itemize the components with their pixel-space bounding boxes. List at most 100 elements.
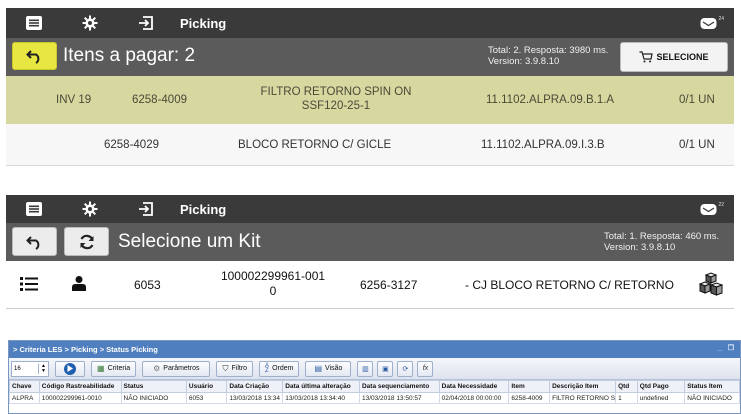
kit-header: Selecione um Kit Total: 1. Resposta: 460… bbox=[6, 223, 734, 261]
list-detail-icon[interactable] bbox=[20, 277, 38, 294]
run-button[interactable] bbox=[55, 360, 85, 377]
status-picking-table: Chave Código Rastreabilidade Status Usuário… bbox=[9, 380, 740, 404]
back-button[interactable] bbox=[12, 227, 57, 256]
parameters-icon: ⚙ bbox=[153, 364, 161, 373]
sort-button[interactable]: AZ Ordem bbox=[259, 360, 300, 377]
item-location: 11.1102.ALPRA.09.B.1.A bbox=[486, 94, 615, 106]
formula-icon: fx bbox=[422, 365, 429, 372]
export-button[interactable]: ▥ bbox=[357, 360, 374, 377]
column-header[interactable]: Data Criação bbox=[226, 380, 284, 393]
column-header[interactable]: Descrição Item bbox=[549, 380, 617, 393]
menu-icon[interactable] bbox=[6, 195, 62, 223]
table-cell: ALPRA bbox=[9, 392, 40, 404]
window-titlebar: > Criteria LES > Picking > Status Pickin… bbox=[9, 341, 740, 358]
table-cell: 13/03/2018 13:34:40 bbox=[282, 392, 360, 404]
filter-icon: ⛉ bbox=[222, 363, 229, 373]
column-header[interactable]: Código Rastreabilidade bbox=[38, 380, 122, 393]
item-code: 6258-4029 bbox=[104, 139, 159, 151]
table-cell: 100002299961-0010 bbox=[38, 392, 122, 404]
status-picking-window: > Criteria LES > Picking > Status Pickin… bbox=[8, 340, 741, 414]
window-controls[interactable]: _ ❐ bbox=[718, 344, 736, 352]
settings-gear-icon[interactable] bbox=[62, 195, 118, 223]
column-header[interactable]: Qtd Pago bbox=[636, 380, 686, 393]
kit-list-item[interactable]: 6053 100002299961-001 0 6256-3127 - CJ B… bbox=[6, 261, 734, 309]
page-title: Selecione um Kit bbox=[118, 231, 261, 252]
grid-icon: ▦ bbox=[97, 364, 105, 373]
parameters-button[interactable]: ⚙ Parâmetros bbox=[142, 360, 211, 377]
view-button[interactable]: ▤ Visão bbox=[305, 360, 352, 377]
settings-gear-icon[interactable] bbox=[62, 8, 118, 38]
breadcrumb: > Criteria LES > Picking > Status Pickin… bbox=[13, 345, 158, 354]
cart-icon bbox=[639, 51, 654, 63]
table-cell: 1 bbox=[615, 392, 638, 404]
table-cell: 13/03/2018 13:34 bbox=[226, 392, 284, 404]
menu-icon[interactable] bbox=[6, 8, 62, 38]
column-header[interactable]: Data Necessidade bbox=[438, 380, 510, 393]
select-button-label: SELECIONE bbox=[656, 52, 709, 62]
logout-icon[interactable] bbox=[118, 195, 174, 223]
save-button[interactable]: ▣ bbox=[377, 360, 394, 377]
mail-badge: 24 bbox=[718, 16, 724, 22]
column-header[interactable]: Status bbox=[120, 380, 187, 393]
list-item[interactable]: INV 19 6258-4009 FILTRO RETORNO SPIN ON … bbox=[6, 76, 734, 124]
table-cell: NÃO INICIADO bbox=[120, 392, 187, 404]
filter-button[interactable]: ⛉ Filtro bbox=[216, 360, 254, 377]
filter-label: Filtro bbox=[231, 365, 248, 372]
column-header[interactable]: Item bbox=[508, 380, 551, 393]
item-code: 6258-4009 bbox=[132, 94, 187, 106]
refresh-grid-button[interactable]: ⟳ bbox=[397, 360, 414, 377]
page-size-stepper[interactable]: 16 ▲ ▼ bbox=[11, 360, 49, 377]
table-header: Chave Código Rastreabilidade Status Usuário… bbox=[9, 380, 740, 393]
mail-icon bbox=[700, 18, 717, 29]
kit-code: 6256-3127 bbox=[360, 278, 418, 292]
table-cell: undefined bbox=[636, 392, 686, 404]
refresh-button[interactable] bbox=[64, 227, 109, 256]
select-button[interactable]: SELECIONE bbox=[620, 42, 728, 72]
picking-header: Itens a pagar: 2 Total: 2. Resposta: 398… bbox=[6, 38, 734, 76]
column-header[interactable]: Usuário bbox=[185, 380, 228, 393]
item-description-line2: SSF120-25-1 bbox=[301, 100, 371, 112]
column-header[interactable]: Qtd bbox=[615, 380, 638, 393]
stepper-arrows-icon[interactable]: ▲ ▼ bbox=[38, 363, 48, 374]
kit-description: - CJ BLOCO RETORNO C/ RETORNO bbox=[465, 278, 674, 292]
tracking-code-line1: 100002299961-001 bbox=[220, 269, 326, 283]
view-icon: ▤ bbox=[314, 364, 323, 373]
column-header[interactable]: Data sequenciamento bbox=[358, 380, 440, 393]
save-icon: ▣ bbox=[382, 365, 389, 373]
formula-button[interactable]: fx bbox=[417, 360, 434, 377]
boxes-icon[interactable] bbox=[698, 272, 724, 301]
item-description-line1: FILTRO RETORNO SPIN ON bbox=[260, 86, 412, 98]
mail-notification[interactable]: 22 bbox=[700, 202, 724, 216]
column-header[interactable]: Data última alteração bbox=[282, 380, 360, 393]
export-icon: ▥ bbox=[362, 365, 369, 373]
list-item[interactable]: 6258-4029 BLOCO RETORNO C/ GICLE 11.1102… bbox=[6, 124, 734, 166]
item-description: BLOCO RETORNO C/ GICLE bbox=[238, 139, 392, 151]
table-cell: 6053 bbox=[185, 392, 228, 404]
grid-toolbar: 16 ▲ ▼ ▦ Criteria ⚙ Parâmetros ⛉ Filtro A… bbox=[9, 358, 740, 380]
response-info: Total: 2. Resposta: 3980 ms. Version: 3.… bbox=[488, 45, 608, 67]
sort-label: Ordem bbox=[272, 365, 294, 372]
topbar-title: Picking bbox=[180, 201, 227, 217]
back-button[interactable] bbox=[12, 42, 57, 70]
undo-arrow-icon bbox=[25, 235, 39, 250]
mail-badge: 22 bbox=[718, 202, 724, 208]
table-cell: 13/03/2018 13:50:57 bbox=[358, 392, 440, 404]
view-label: Visão bbox=[325, 365, 343, 372]
column-header[interactable]: Status Item bbox=[684, 380, 740, 393]
table-cell: 02/04/2018 00:00:00 bbox=[438, 392, 510, 404]
tracking-code: 100002299961-001 0 bbox=[208, 269, 338, 299]
refresh-icon bbox=[79, 234, 94, 249]
logout-icon[interactable] bbox=[118, 8, 174, 38]
mail-notification[interactable]: 24 bbox=[700, 16, 724, 30]
table-row[interactable]: ALPRA 100002299961-0010 NÃO INICIADO 6053 13… bbox=[9, 392, 740, 404]
play-icon bbox=[64, 362, 76, 375]
column-header[interactable]: Chave bbox=[9, 380, 40, 393]
item-location: 11.1102.ALPRA.09.I.3.B bbox=[481, 139, 605, 151]
item-inv: INV 19 bbox=[56, 94, 92, 106]
response-info-total: Total: 2. Resposta: 3980 ms. bbox=[488, 45, 609, 56]
criteria-button[interactable]: ▦ Criteria bbox=[91, 360, 137, 377]
item-description: FILTRO RETORNO SPIN ON SSF120-25-1 bbox=[226, 85, 446, 113]
user-icon bbox=[71, 275, 87, 294]
page-size-value: 16 bbox=[14, 365, 21, 372]
table-cell: 6258-4009 bbox=[508, 392, 551, 404]
